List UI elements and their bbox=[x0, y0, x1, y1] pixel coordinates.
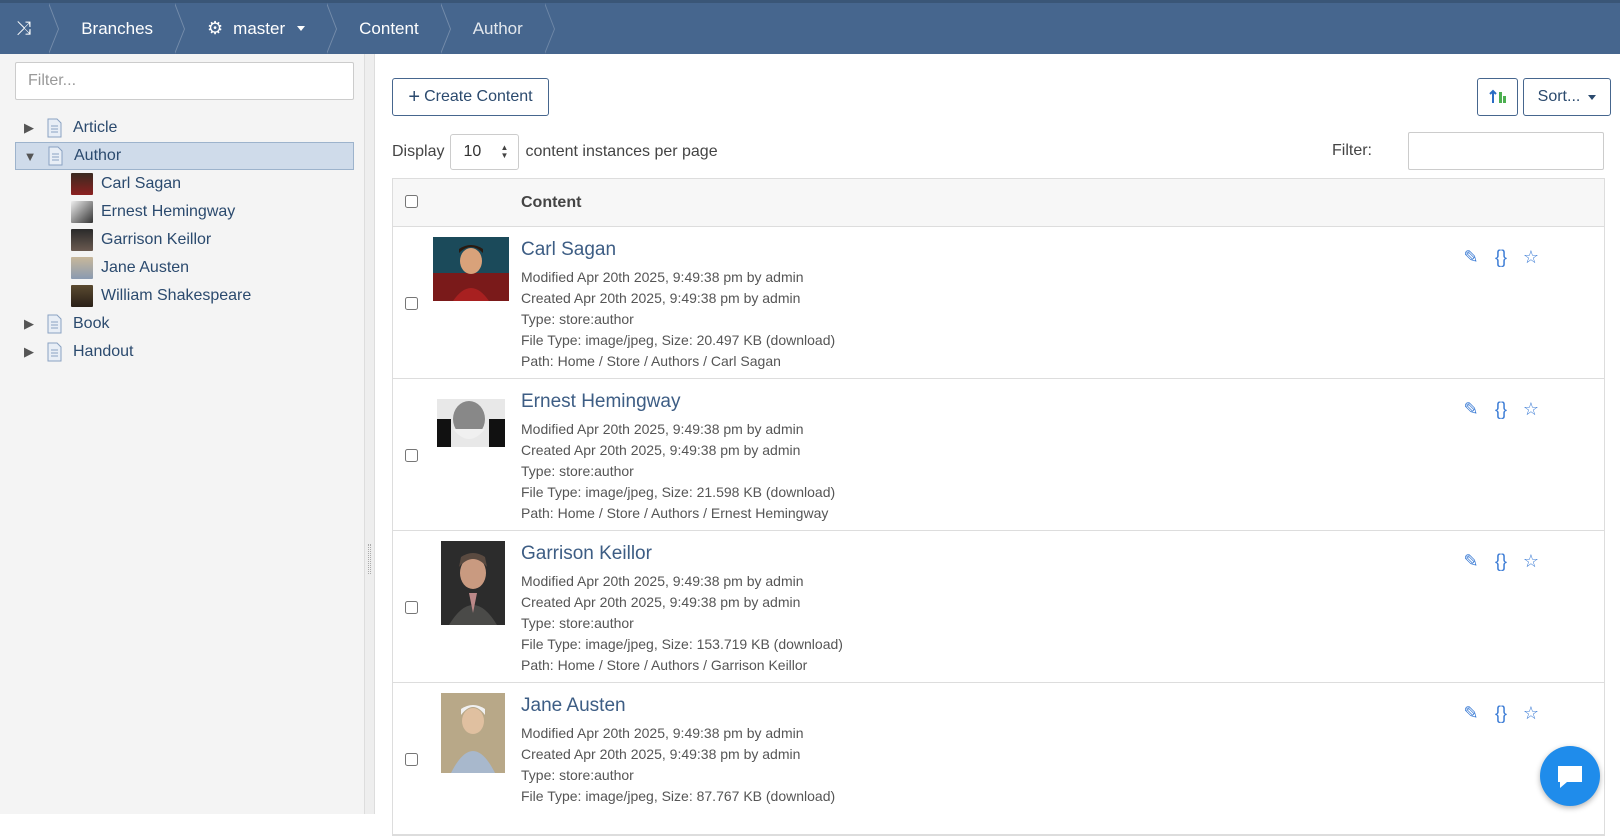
author-photo[interactable] bbox=[433, 237, 509, 301]
caret-down-icon bbox=[297, 26, 306, 31]
row-title-link[interactable]: Carl Sagan bbox=[521, 239, 616, 261]
page-size-select[interactable]: 10 ▲ ▼ bbox=[450, 134, 520, 170]
author-thumbnail bbox=[71, 173, 93, 195]
content-filter-input[interactable] bbox=[1408, 132, 1604, 170]
breadcrumb-branches[interactable]: Branches bbox=[53, 3, 185, 54]
document-icon bbox=[47, 118, 62, 138]
row-checkbox[interactable] bbox=[405, 601, 418, 614]
collapse-arrow-icon[interactable]: ▼ bbox=[16, 149, 44, 164]
filter-label: Filter: bbox=[1332, 142, 1372, 159]
json-braces-icon[interactable]: {} bbox=[1491, 247, 1511, 269]
gear-icon: ⚙ bbox=[207, 18, 224, 38]
row-checkbox[interactable] bbox=[405, 753, 418, 766]
star-icon[interactable]: ☆ bbox=[1521, 551, 1541, 573]
row-meta: Modified Apr 20th 2025, 9:49:38 pm by ad… bbox=[521, 725, 836, 804]
tree-child-garrison-keillor[interactable]: Garrison Keillor bbox=[15, 226, 354, 254]
breadcrumb-content[interactable]: Content bbox=[331, 3, 451, 54]
tree-child-jane-austen[interactable]: Jane Austen bbox=[15, 254, 354, 282]
sort-icon bbox=[1488, 89, 1506, 103]
expand-arrow-icon[interactable]: ▶ bbox=[15, 344, 43, 360]
content-table: Content Carl Sagan Modified Apr 20th 202… bbox=[392, 178, 1605, 836]
row-checkbox[interactable] bbox=[405, 449, 418, 462]
row-meta: Modified Apr 20th 2025, 9:49:38 pm by ad… bbox=[521, 573, 843, 673]
tree-node-handout[interactable]: ▶ Handout bbox=[15, 338, 354, 366]
table-header: Content bbox=[393, 179, 1604, 227]
expand-arrow-icon[interactable]: ▶ bbox=[15, 316, 43, 332]
sidebar-resize-handle[interactable] bbox=[365, 54, 375, 814]
pencil-icon[interactable]: ✎ bbox=[1461, 399, 1481, 421]
create-content-button[interactable]: + Create Content bbox=[392, 78, 549, 116]
main-panel: + Create Content Sort... Display 10 ▲ ▼ c… bbox=[376, 54, 1620, 836]
document-icon bbox=[47, 314, 62, 334]
pencil-icon[interactable]: ✎ bbox=[1461, 247, 1481, 269]
row-meta: Modified Apr 20th 2025, 9:49:38 pm by ad… bbox=[521, 421, 836, 521]
caret-down-icon bbox=[1588, 94, 1597, 100]
table-row: Jane Austen Modified Apr 20th 2025, 9:49… bbox=[393, 683, 1604, 835]
row-actions: ✎ {} ☆ bbox=[1461, 247, 1541, 269]
chat-bubble-icon bbox=[1558, 766, 1582, 788]
author-photo[interactable] bbox=[433, 389, 509, 453]
pencil-icon[interactable]: ✎ bbox=[1461, 551, 1481, 573]
author-thumbnail bbox=[71, 229, 93, 251]
author-thumbnail bbox=[71, 257, 93, 279]
tree-node-article[interactable]: ▶ Article bbox=[15, 114, 354, 142]
row-actions: ✎ {} ☆ bbox=[1461, 399, 1541, 421]
table-row: Carl Sagan Modified Apr 20th 2025, 9:49:… bbox=[393, 227, 1604, 379]
row-title-link[interactable]: Ernest Hemingway bbox=[521, 391, 680, 413]
document-icon bbox=[47, 342, 62, 362]
table-row: Ernest Hemingway Modified Apr 20th 2025,… bbox=[393, 379, 1604, 531]
author-photo[interactable] bbox=[433, 541, 509, 625]
pencil-icon[interactable]: ✎ bbox=[1461, 703, 1481, 725]
page-size-control: Display 10 ▲ ▼ content instances per page bbox=[392, 134, 718, 170]
tree-child-william-shakespeare[interactable]: William Shakespeare bbox=[15, 282, 354, 310]
expand-arrow-icon[interactable]: ▶ bbox=[15, 120, 43, 136]
select-all-checkbox[interactable] bbox=[405, 195, 418, 208]
row-actions: ✎ {} ☆ bbox=[1461, 703, 1541, 725]
author-thumbnail bbox=[71, 201, 93, 223]
sort-dropdown-button[interactable]: Sort... bbox=[1523, 78, 1611, 116]
sidebar-filter-input[interactable] bbox=[15, 62, 354, 100]
chat-button[interactable] bbox=[1540, 746, 1600, 806]
row-title-link[interactable]: Garrison Keillor bbox=[521, 543, 652, 565]
row-title-link[interactable]: Jane Austen bbox=[521, 695, 626, 717]
table-row: Garrison Keillor Modified Apr 20th 2025,… bbox=[393, 531, 1604, 683]
shuffle-icon: ⤨ bbox=[16, 17, 32, 39]
json-braces-icon[interactable]: {} bbox=[1491, 551, 1511, 573]
breadcrumb-bar: ⤨ Branches ⚙ master Content Author bbox=[0, 0, 1620, 54]
star-icon[interactable]: ☆ bbox=[1521, 247, 1541, 269]
star-icon[interactable]: ☆ bbox=[1521, 703, 1541, 725]
tree-child-carl-sagan[interactable]: Carl Sagan bbox=[15, 170, 354, 198]
shuffle-button[interactable]: ⤨ bbox=[0, 3, 60, 54]
sort-order-button[interactable] bbox=[1477, 78, 1518, 116]
sidebar: ▶ Article ▼ Author Carl Sagan Ernest Hem… bbox=[0, 54, 365, 814]
tree-child-ernest-hemingway[interactable]: Ernest Hemingway bbox=[15, 198, 354, 226]
plus-icon: + bbox=[408, 85, 421, 108]
row-meta: Modified Apr 20th 2025, 9:49:38 pm by ad… bbox=[521, 269, 836, 369]
json-braces-icon[interactable]: {} bbox=[1491, 399, 1511, 421]
select-arrows-icon: ▲ ▼ bbox=[500, 143, 509, 160]
content-type-tree: ▶ Article ▼ Author Carl Sagan Ernest Hem… bbox=[15, 114, 354, 366]
author-thumbnail bbox=[71, 285, 93, 307]
tree-node-book[interactable]: ▶ Book bbox=[15, 310, 354, 338]
breadcrumb-author[interactable]: Author bbox=[445, 3, 555, 54]
breadcrumb-branch-selector[interactable]: ⚙ master bbox=[179, 3, 338, 54]
star-icon[interactable]: ☆ bbox=[1521, 399, 1541, 421]
row-actions: ✎ {} ☆ bbox=[1461, 551, 1541, 573]
document-icon bbox=[48, 146, 63, 166]
json-braces-icon[interactable]: {} bbox=[1491, 703, 1511, 725]
author-photo[interactable] bbox=[433, 693, 509, 773]
tree-node-author[interactable]: ▼ Author bbox=[15, 142, 354, 170]
row-checkbox[interactable] bbox=[405, 297, 418, 310]
